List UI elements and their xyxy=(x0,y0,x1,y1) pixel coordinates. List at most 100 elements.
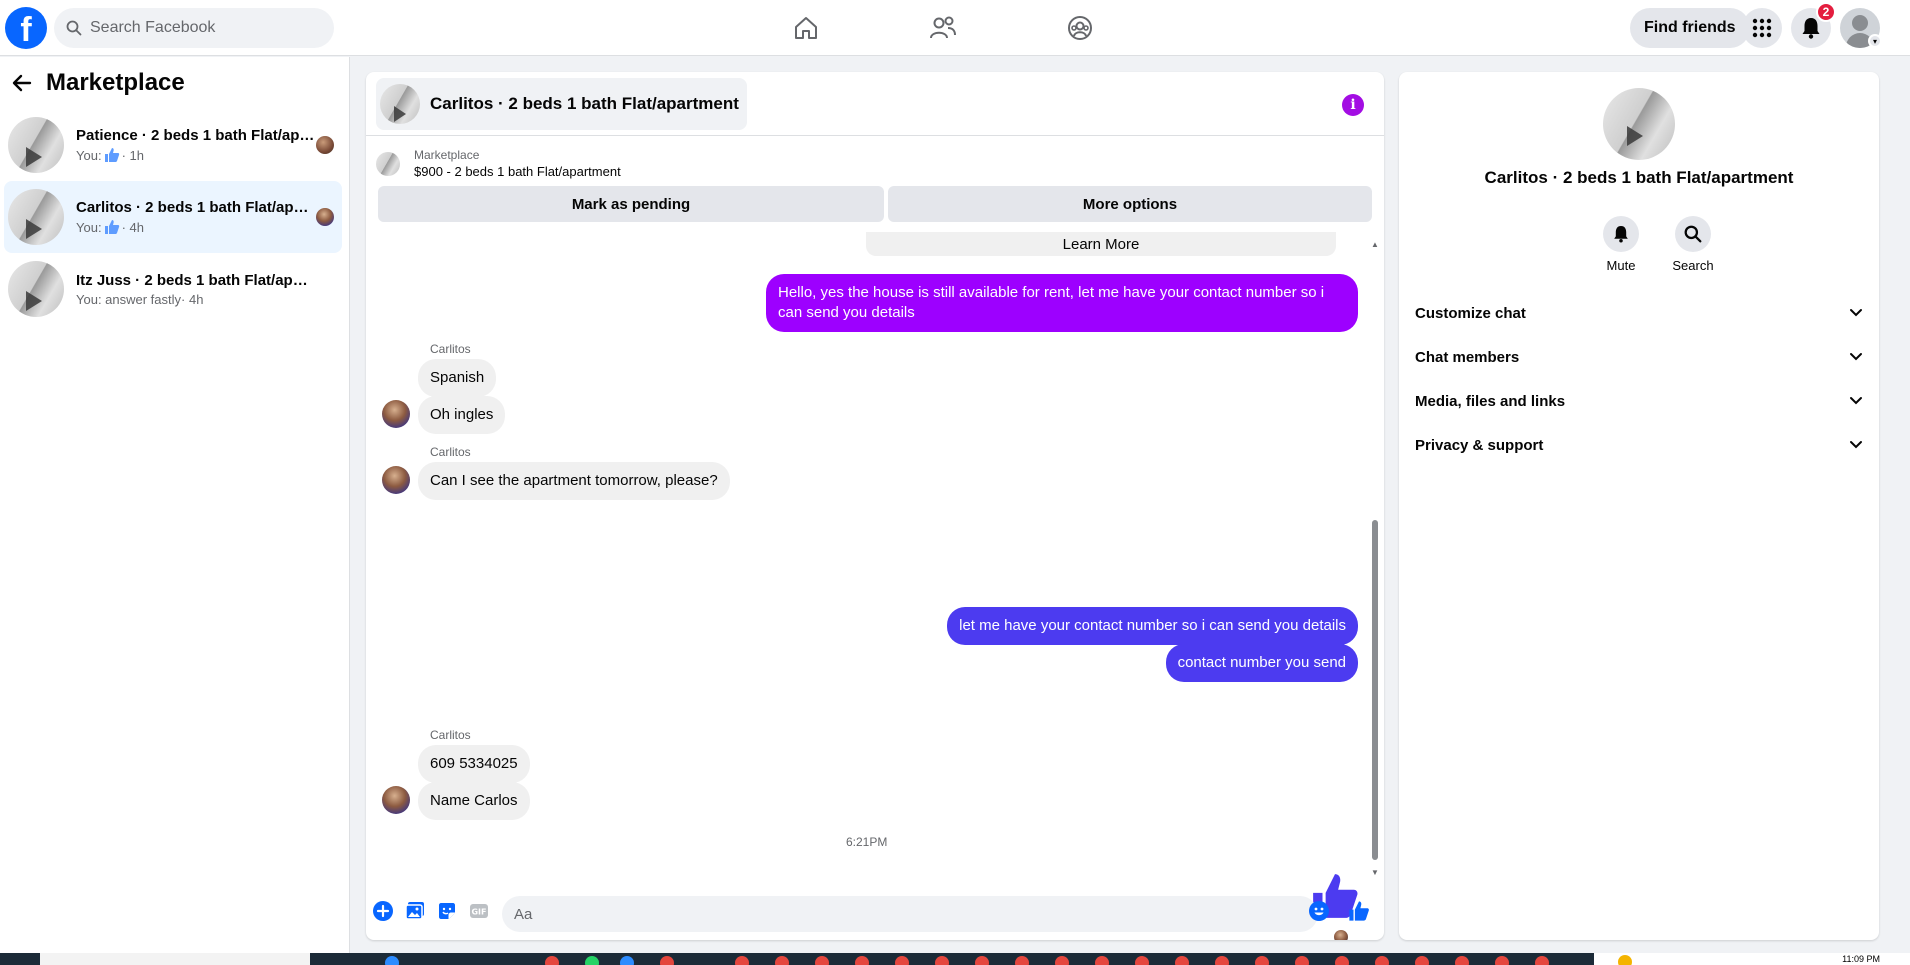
chat-title-button[interactable]: Carlitos · 2 beds 1 bath Flat/apartment xyxy=(376,78,747,130)
taskbar-clock: 11:09 PM xyxy=(1842,954,1880,964)
chat-members-row[interactable]: Chat members xyxy=(1415,335,1863,379)
conversation-item-active[interactable]: Carlitos · 2 beds 1 bath Flat/apartment … xyxy=(4,181,342,253)
chevron-down-icon xyxy=(1850,309,1862,317)
mute-button[interactable]: Mute xyxy=(1591,216,1651,273)
more-options-button[interactable]: More options xyxy=(888,186,1372,222)
taskbar-app-icon[interactable] xyxy=(1535,956,1549,965)
top-navigation-bar: f Find friends 2 ▾ xyxy=(0,0,1910,56)
home-icon[interactable] xyxy=(792,14,820,42)
bell-icon xyxy=(1614,226,1628,243)
taskbar-app-icon[interactable] xyxy=(585,956,599,965)
like-icon xyxy=(104,148,119,162)
taskbar-app-icon[interactable] xyxy=(1015,956,1029,965)
info-icon[interactable]: i xyxy=(1342,94,1364,116)
listing-thumbnail xyxy=(8,117,64,173)
marketplace-inbox-sidebar: Marketplace Patience · 2 beds 1 bath Fla… xyxy=(0,57,350,953)
sticker-icon[interactable] xyxy=(436,900,458,922)
row-label: Customize chat xyxy=(1415,304,1526,322)
taskbar-app-icon[interactable] xyxy=(735,956,749,965)
svg-text:GIF: GIF xyxy=(471,908,486,917)
taskbar-app-icon[interactable] xyxy=(1455,956,1469,965)
sender-avatar xyxy=(382,786,410,814)
taskbar-app-icon[interactable] xyxy=(1495,956,1509,965)
taskbar-app-icon[interactable] xyxy=(1135,956,1149,965)
taskbar-app-icon[interactable] xyxy=(1415,956,1429,965)
plus-icon[interactable] xyxy=(372,900,394,922)
sidebar-title: Marketplace xyxy=(46,69,185,96)
taskbar-app-icon[interactable] xyxy=(895,956,909,965)
groups-icon[interactable] xyxy=(1066,14,1094,42)
taskbar-app-icon[interactable] xyxy=(1095,956,1109,965)
tray-app-icon[interactable] xyxy=(1618,955,1632,965)
mark-as-pending-button[interactable]: Mark as pending xyxy=(378,186,884,222)
participant-avatar xyxy=(316,208,334,226)
sender-avatar xyxy=(382,466,410,494)
taskbar-app-icon[interactable] xyxy=(1255,956,1269,965)
search-icon xyxy=(66,20,82,36)
taskbar-app-icon[interactable] xyxy=(775,956,789,965)
customize-chat-row[interactable]: Customize chat xyxy=(1415,291,1863,335)
chevron-down-icon xyxy=(1850,353,1862,361)
search-input[interactable] xyxy=(90,19,310,37)
incoming-message: 609 5334025 xyxy=(418,745,530,783)
conversation-title: Itz Juss · 2 beds 1 bath Flat/apartment xyxy=(76,271,316,289)
gif-icon[interactable]: GIF xyxy=(468,900,490,922)
message-input[interactable] xyxy=(502,896,1318,932)
facebook-logo[interactable]: f xyxy=(5,7,47,49)
mute-label: Mute xyxy=(1606,258,1636,273)
learn-more-button[interactable]: Learn More xyxy=(866,232,1336,256)
send-like-icon[interactable] xyxy=(1348,900,1370,922)
scroll-down-arrow[interactable]: ▼ xyxy=(1371,868,1379,877)
scroll-up-arrow[interactable]: ▲ xyxy=(1371,240,1379,249)
chat-header: Carlitos · 2 beds 1 bath Flat/apartment … xyxy=(366,72,1384,136)
taskbar-app-icon[interactable] xyxy=(935,956,949,965)
outgoing-message: Hello, yes the house is still available … xyxy=(766,274,1358,332)
taskbar-app-icon[interactable] xyxy=(815,956,829,965)
search-conversation-button[interactable]: Search xyxy=(1663,216,1723,273)
menu-grid-button[interactable] xyxy=(1742,8,1782,48)
search-icon xyxy=(1684,225,1702,243)
taskbar-app-icon[interactable] xyxy=(1215,956,1229,965)
taskbar-app-icon[interactable] xyxy=(1295,956,1309,965)
taskbar-search[interactable] xyxy=(40,953,310,965)
back-arrow-icon[interactable] xyxy=(10,71,34,95)
taskbar-app-icon[interactable] xyxy=(620,956,634,965)
listing-thumbnail xyxy=(8,189,64,245)
friends-icon[interactable] xyxy=(929,14,957,42)
row-label: Privacy & support xyxy=(1415,436,1544,454)
taskbar-app-icon[interactable] xyxy=(1375,956,1389,965)
conversation-item[interactable]: Patience · 2 beds 1 bath Flat/apartment … xyxy=(4,109,342,181)
emoji-icon[interactable] xyxy=(1308,900,1330,922)
search-label: Search xyxy=(1672,258,1714,273)
taskbar-app-icon[interactable] xyxy=(975,956,989,965)
listing-thumbnail xyxy=(8,261,64,317)
conversation-prefix: You: xyxy=(76,147,102,163)
scroll-thumb[interactable] xyxy=(1372,520,1378,860)
privacy-support-row[interactable]: Privacy & support xyxy=(1415,423,1863,467)
taskbar-app-icon[interactable] xyxy=(385,956,399,965)
chat-details-panel: Carlitos · 2 beds 1 bath Flat/apartment … xyxy=(1399,72,1879,940)
sidebar-header: Marketplace xyxy=(10,69,185,97)
incoming-message: Spanish xyxy=(418,359,497,397)
taskbar-app-icon[interactable] xyxy=(1055,956,1069,965)
row-label: Media, files and links xyxy=(1415,392,1566,410)
marketplace-listing-bar[interactable]: Marketplace $900 - 2 beds 1 bath Flat/ap… xyxy=(376,148,621,179)
chevron-down-icon xyxy=(1850,397,1862,405)
outgoing-message: contact number you send xyxy=(1165,644,1358,682)
conversation-item[interactable]: Itz Juss · 2 beds 1 bath Flat/apartment … xyxy=(4,253,342,325)
message-composer: GIF xyxy=(366,884,1384,940)
search-box[interactable] xyxy=(54,8,334,48)
find-friends-button[interactable]: Find friends xyxy=(1630,8,1750,48)
taskbar-app-icon[interactable] xyxy=(660,956,674,965)
taskbar-app-icon[interactable] xyxy=(545,956,559,965)
chevron-down-icon[interactable]: ▾ xyxy=(1868,34,1882,48)
conversation-prefix: You: xyxy=(76,219,102,235)
message-scrollbar[interactable]: ▲ ▼ xyxy=(1370,240,1380,880)
media-files-links-row[interactable]: Media, files and links xyxy=(1415,379,1863,423)
listing-price-title: $900 - 2 beds 1 bath Flat/apartment xyxy=(414,164,621,179)
taskbar-app-icon[interactable] xyxy=(1175,956,1189,965)
taskbar-app-icon[interactable] xyxy=(855,956,869,965)
photo-icon[interactable] xyxy=(404,900,426,922)
like-icon xyxy=(104,220,119,234)
taskbar-app-icon[interactable] xyxy=(1335,956,1349,965)
